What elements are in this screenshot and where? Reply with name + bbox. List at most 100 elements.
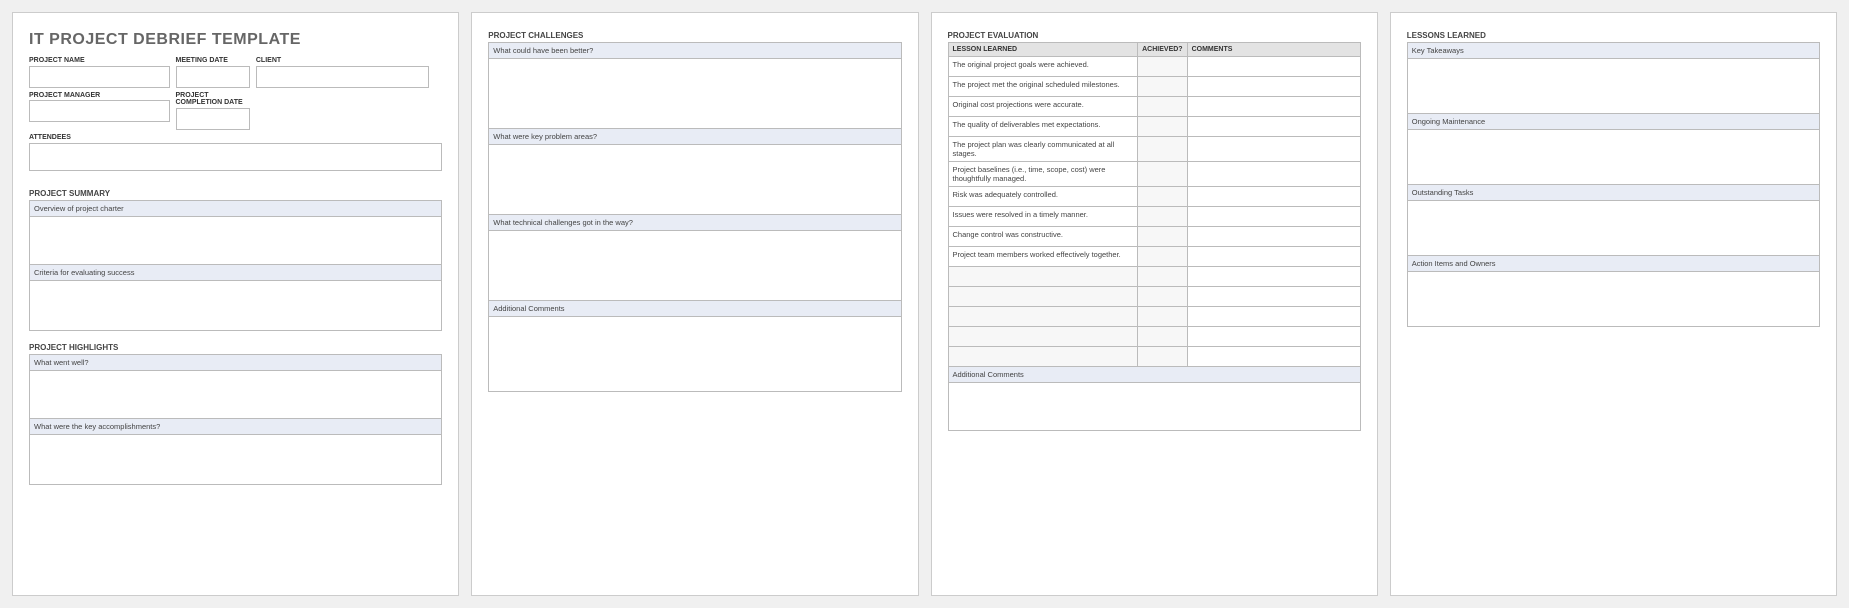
lesson-cell: The project plan was clearly communicate… — [948, 137, 1138, 162]
client-label: CLIENT — [256, 57, 430, 65]
lesson-cell[interactable] — [948, 327, 1138, 347]
achieved-cell[interactable] — [1138, 137, 1187, 162]
project-manager-input[interactable] — [29, 100, 170, 122]
achieved-cell[interactable] — [1138, 287, 1187, 307]
template-page-3: PROJECT EVALUATION LESSON LEARNED ACHIEV… — [931, 12, 1378, 596]
problems-textarea[interactable] — [488, 145, 901, 215]
table-row: Project team members worked effectively … — [948, 247, 1360, 267]
highlights-section-label: PROJECT HIGHLIGHTS — [29, 343, 442, 352]
eval-additional-textarea[interactable] — [948, 383, 1361, 431]
comments-cell[interactable] — [1187, 347, 1360, 367]
table-row: The original project goals were achieved… — [948, 57, 1360, 77]
table-row: Original cost projections were accurate. — [948, 97, 1360, 117]
lesson-cell: The quality of deliverables met expectat… — [948, 117, 1138, 137]
project-name-label: PROJECT NAME — [29, 57, 170, 65]
comments-cell[interactable] — [1187, 187, 1360, 207]
problems-subheader: What were key problem areas? — [488, 129, 901, 145]
achieved-cell[interactable] — [1138, 327, 1187, 347]
lesson-cell[interactable] — [948, 267, 1138, 287]
went-well-textarea[interactable] — [29, 371, 442, 419]
overview-textarea[interactable] — [29, 217, 442, 265]
comments-cell[interactable] — [1187, 227, 1360, 247]
takeaways-subheader: Key Takeaways — [1407, 42, 1820, 59]
lesson-cell: Risk was adequately controlled. — [948, 187, 1138, 207]
comments-cell[interactable] — [1187, 97, 1360, 117]
table-row: The project plan was clearly communicate… — [948, 137, 1360, 162]
lesson-cell[interactable] — [948, 307, 1138, 327]
achieved-cell[interactable] — [1138, 97, 1187, 117]
maintenance-textarea[interactable] — [1407, 130, 1820, 185]
summary-section-label: PROJECT SUMMARY — [29, 189, 442, 198]
challenges-section-label: PROJECT CHALLENGES — [488, 31, 901, 40]
better-subheader: What could have been better? — [488, 42, 901, 59]
table-row: Change control was constructive. — [948, 227, 1360, 247]
comments-cell[interactable] — [1187, 207, 1360, 227]
achieved-cell[interactable] — [1138, 267, 1187, 287]
overview-subheader: Overview of project charter — [29, 200, 442, 217]
criteria-subheader: Criteria for evaluating success — [29, 265, 442, 281]
comments-cell[interactable] — [1187, 77, 1360, 97]
comments-cell[interactable] — [1187, 287, 1360, 307]
project-name-input[interactable] — [29, 66, 170, 88]
completion-date-label: PROJECT COMPLETION DATE — [176, 92, 250, 107]
achieved-cell[interactable] — [1138, 187, 1187, 207]
achieved-cell[interactable] — [1138, 227, 1187, 247]
accomplishments-subheader: What were the key accomplishments? — [29, 419, 442, 435]
achieved-cell[interactable] — [1138, 207, 1187, 227]
outstanding-subheader: Outstanding Tasks — [1407, 185, 1820, 201]
technical-textarea[interactable] — [488, 231, 901, 301]
achieved-cell[interactable] — [1138, 347, 1187, 367]
comments-cell[interactable] — [1187, 307, 1360, 327]
achieved-cell[interactable] — [1138, 307, 1187, 327]
lesson-cell[interactable] — [948, 347, 1138, 367]
template-page-1: IT PROJECT DEBRIEF TEMPLATE PROJECT NAME… — [12, 12, 459, 596]
comments-cell[interactable] — [1187, 327, 1360, 347]
better-textarea[interactable] — [488, 59, 901, 129]
table-row — [948, 347, 1360, 367]
template-title: IT PROJECT DEBRIEF TEMPLATE — [29, 31, 442, 49]
meta-row-2: PROJECT MANAGER PROJECT COMPLETION DATE — [29, 92, 442, 130]
achieved-cell[interactable] — [1138, 117, 1187, 137]
lesson-cell: The project met the original scheduled m… — [948, 77, 1138, 97]
lesson-cell: The original project goals were achieved… — [948, 57, 1138, 77]
achieved-cell[interactable] — [1138, 57, 1187, 77]
challenges-comments-textarea[interactable] — [488, 317, 901, 392]
achieved-cell[interactable] — [1138, 77, 1187, 97]
lesson-cell: Original cost projections were accurate. — [948, 97, 1138, 117]
maintenance-subheader: Ongoing Maintenance — [1407, 114, 1820, 130]
client-input[interactable] — [256, 66, 430, 88]
template-page-4: LESSONS LEARNED Key Takeaways Ongoing Ma… — [1390, 12, 1837, 596]
action-subheader: Action Items and Owners — [1407, 256, 1820, 272]
comments-header: COMMENTS — [1187, 43, 1360, 57]
comments-cell[interactable] — [1187, 162, 1360, 187]
action-textarea[interactable] — [1407, 272, 1820, 327]
comments-cell[interactable] — [1187, 117, 1360, 137]
accomplishments-textarea[interactable] — [29, 435, 442, 485]
table-row — [948, 307, 1360, 327]
achieved-cell[interactable] — [1138, 162, 1187, 187]
takeaways-textarea[interactable] — [1407, 59, 1820, 114]
meeting-date-input[interactable] — [176, 66, 250, 88]
attendees-input[interactable] — [29, 143, 442, 171]
outstanding-textarea[interactable] — [1407, 201, 1820, 256]
table-row — [948, 327, 1360, 347]
comments-cell[interactable] — [1187, 57, 1360, 77]
table-row — [948, 287, 1360, 307]
table-row: Project baselines (i.e., time, scope, co… — [948, 162, 1360, 187]
completion-date-input[interactable] — [176, 108, 250, 130]
comments-cell[interactable] — [1187, 267, 1360, 287]
lesson-cell: Change control was constructive. — [948, 227, 1138, 247]
attendees-label: ATTENDEES — [29, 134, 442, 142]
table-row: Issues were resolved in a timely manner. — [948, 207, 1360, 227]
template-page-2: PROJECT CHALLENGES What could have been … — [471, 12, 918, 596]
comments-cell[interactable] — [1187, 137, 1360, 162]
comments-cell[interactable] — [1187, 247, 1360, 267]
criteria-textarea[interactable] — [29, 281, 442, 331]
lesson-cell: Project baselines (i.e., time, scope, co… — [948, 162, 1138, 187]
challenges-comments-subheader: Additional Comments — [488, 301, 901, 317]
lesson-cell[interactable] — [948, 287, 1138, 307]
technical-subheader: What technical challenges got in the way… — [488, 215, 901, 231]
lesson-cell: Project team members worked effectively … — [948, 247, 1138, 267]
achieved-cell[interactable] — [1138, 247, 1187, 267]
evaluation-table: LESSON LEARNED ACHIEVED? COMMENTS The or… — [948, 42, 1361, 367]
